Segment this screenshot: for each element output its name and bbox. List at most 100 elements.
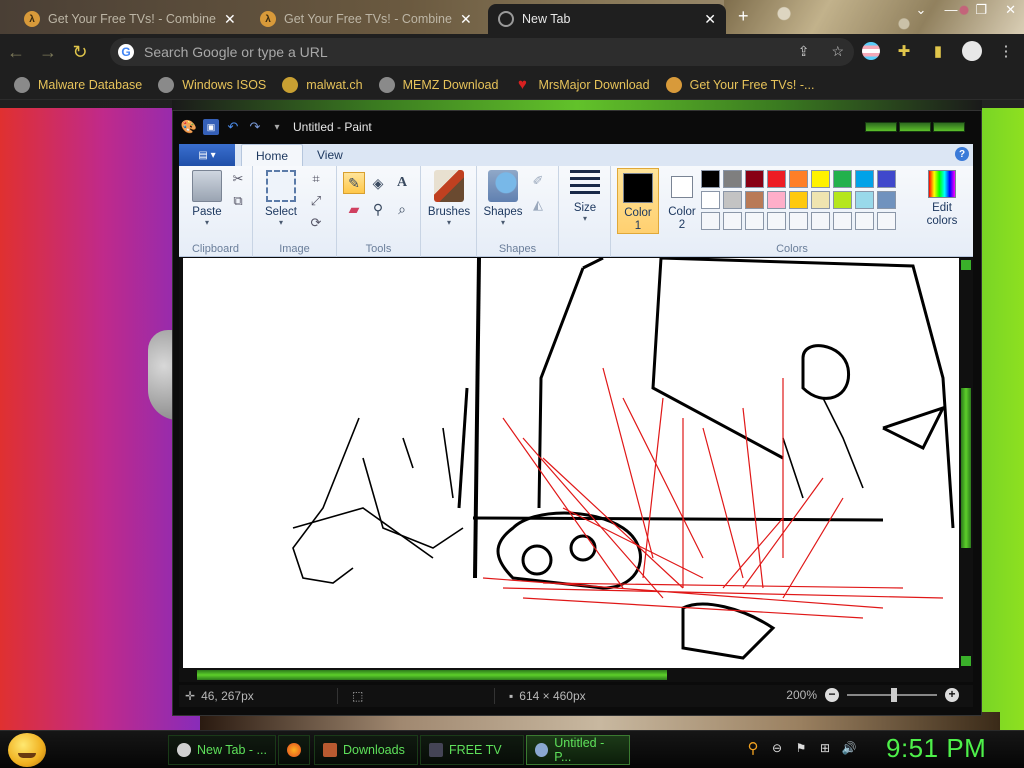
- tab-home[interactable]: Home: [241, 144, 304, 166]
- paint-app-icon[interactable]: 🎨: [181, 119, 197, 135]
- restore-icon[interactable]: ❐: [975, 2, 987, 18]
- palette-swatch[interactable]: [723, 191, 742, 209]
- paint-maximize-button[interactable]: [899, 122, 931, 132]
- tab-close-icon[interactable]: ✕: [460, 11, 472, 28]
- zoom-slider-knob[interactable]: [891, 688, 897, 702]
- copy-icon[interactable]: ⧉: [229, 192, 247, 210]
- scroll-down-arrow-icon[interactable]: [961, 656, 971, 666]
- palette-swatch[interactable]: [789, 212, 808, 230]
- tab-close-icon[interactable]: ✕: [224, 11, 236, 28]
- palette-swatch[interactable]: [723, 170, 742, 188]
- color2-button[interactable]: Color 2: [661, 168, 703, 234]
- palette-swatch[interactable]: [789, 170, 808, 188]
- select-button[interactable]: Select ▾: [257, 170, 305, 227]
- zoom-in-icon[interactable]: +: [945, 688, 959, 702]
- bookmark-memz-download[interactable]: MEMZ Download: [378, 76, 498, 93]
- paint-minimize-button[interactable]: [865, 122, 897, 132]
- tab-view[interactable]: View: [303, 144, 357, 166]
- tab-search-chevron-icon[interactable]: ⌄: [916, 2, 927, 18]
- vertical-scrollbar[interactable]: [959, 258, 973, 668]
- palette-swatch[interactable]: [701, 170, 720, 188]
- bookmark-mrsmajor-download[interactable]: ♥ MrsMajor Download: [514, 76, 650, 93]
- taskbar-item-free-tv[interactable]: FREE TV: [420, 735, 524, 765]
- color-picker-icon[interactable]: ⚲: [367, 198, 389, 220]
- palette-swatch[interactable]: [767, 191, 786, 209]
- taskbar-item-downloads[interactable]: Downloads: [314, 735, 418, 765]
- color1-button[interactable]: Color 1: [617, 168, 659, 234]
- palette-swatch[interactable]: [745, 191, 764, 209]
- outline-icon[interactable]: ✐: [529, 172, 547, 190]
- bookmark-malware-database[interactable]: Malware Database: [14, 76, 142, 93]
- palette-swatch[interactable]: [833, 191, 852, 209]
- size-button[interactable]: Size ▾: [561, 170, 609, 223]
- horizontal-scroll-thumb[interactable]: [197, 670, 667, 680]
- omnibox[interactable]: G ⇪ ☆: [110, 38, 854, 66]
- taskbar-item-paint[interactable]: Untitled - P...: [526, 735, 630, 765]
- bookmark-star-icon[interactable]: ☆: [831, 43, 844, 60]
- new-tab-plus-icon[interactable]: +: [738, 6, 749, 27]
- reload-icon[interactable]: ↻: [64, 42, 96, 63]
- palette-swatch[interactable]: [877, 212, 896, 230]
- palette-swatch[interactable]: [877, 170, 896, 188]
- minimize-icon[interactable]: —: [944, 2, 957, 18]
- network-icon[interactable]: ⊞: [818, 741, 832, 755]
- palette-swatch[interactable]: [767, 170, 786, 188]
- palette-swatch[interactable]: [767, 212, 786, 230]
- paint-file-menu-button[interactable]: ▤ ▾: [179, 144, 235, 166]
- back-arrow-icon[interactable]: ←: [0, 42, 32, 63]
- brushes-button[interactable]: Brushes ▾: [425, 170, 473, 227]
- flag-icon[interactable]: ⚑: [794, 741, 808, 755]
- paint-close-button[interactable]: [933, 122, 965, 132]
- browser-tab-2[interactable]: λ Get Your Free TVs! - Combine C ✕: [250, 4, 482, 34]
- palette-swatch[interactable]: [833, 212, 852, 230]
- share-icon[interactable]: ⇪: [798, 43, 810, 60]
- cut-icon[interactable]: ✂: [229, 170, 247, 188]
- zoom-out-icon[interactable]: −: [825, 688, 839, 702]
- extensions-puzzle-icon[interactable]: ✚: [894, 41, 914, 61]
- bookmark-windows-isos[interactable]: Windows ISOS: [158, 76, 266, 93]
- drawing-canvas[interactable]: [183, 256, 959, 668]
- customize-qat-icon[interactable]: ▾: [269, 119, 285, 135]
- palette-swatch[interactable]: [701, 212, 720, 230]
- taskbar-item-firefox[interactable]: [278, 735, 310, 765]
- palette-swatch[interactable]: [855, 170, 874, 188]
- magnifier-icon[interactable]: ⌕: [391, 198, 413, 220]
- close-window-icon[interactable]: ✕: [1005, 2, 1016, 18]
- taskbar-item-new-tab[interactable]: New Tab - ...: [168, 735, 276, 765]
- fill-icon[interactable]: ◭: [529, 196, 547, 214]
- palette-swatch[interactable]: [745, 212, 764, 230]
- palette-swatch[interactable]: [811, 170, 830, 188]
- palette-swatch[interactable]: [789, 191, 808, 209]
- paste-button[interactable]: Paste ▾: [183, 170, 231, 227]
- palette-swatch[interactable]: [701, 191, 720, 209]
- crop-icon[interactable]: ⌗: [307, 170, 325, 188]
- menu-kebab-icon[interactable]: ⋮: [996, 41, 1016, 61]
- browser-tab-1[interactable]: λ Get Your Free TVs! - Combine C ✕: [14, 4, 246, 34]
- palette-swatch[interactable]: [855, 212, 874, 230]
- forward-arrow-icon[interactable]: →: [32, 42, 64, 63]
- search-icon[interactable]: ⚲: [746, 740, 760, 757]
- vertical-scroll-thumb[interactable]: [961, 388, 971, 548]
- palette-swatch[interactable]: [855, 191, 874, 209]
- zoom-slider[interactable]: [847, 688, 937, 702]
- help-icon[interactable]: ?: [955, 147, 969, 161]
- shapes-button[interactable]: Shapes ▾: [479, 170, 527, 227]
- bookmark-free-tvs[interactable]: Get Your Free TVs! -...: [665, 76, 814, 93]
- text-tool-icon[interactable]: A: [391, 172, 413, 194]
- profile-avatar-icon[interactable]: [962, 41, 982, 61]
- scroll-up-arrow-icon[interactable]: [961, 260, 971, 270]
- volume-icon[interactable]: 🔊: [842, 741, 857, 755]
- palette-swatch[interactable]: [811, 191, 830, 209]
- palette-swatch[interactable]: [723, 212, 742, 230]
- eraser-icon[interactable]: ▰: [343, 198, 365, 220]
- save-icon[interactable]: ▣: [203, 119, 219, 135]
- palette-swatch[interactable]: [745, 170, 764, 188]
- tab-close-icon[interactable]: ✕: [704, 11, 716, 28]
- undo-icon[interactable]: ↶: [225, 119, 241, 135]
- palette-swatch[interactable]: [877, 191, 896, 209]
- start-smiley-icon[interactable]: [8, 733, 46, 767]
- side-panel-icon[interactable]: ▮: [928, 41, 948, 61]
- palette-swatch[interactable]: [811, 212, 830, 230]
- fill-bucket-icon[interactable]: ◈: [367, 172, 389, 194]
- browser-tab-new-tab[interactable]: New Tab ✕: [488, 4, 726, 34]
